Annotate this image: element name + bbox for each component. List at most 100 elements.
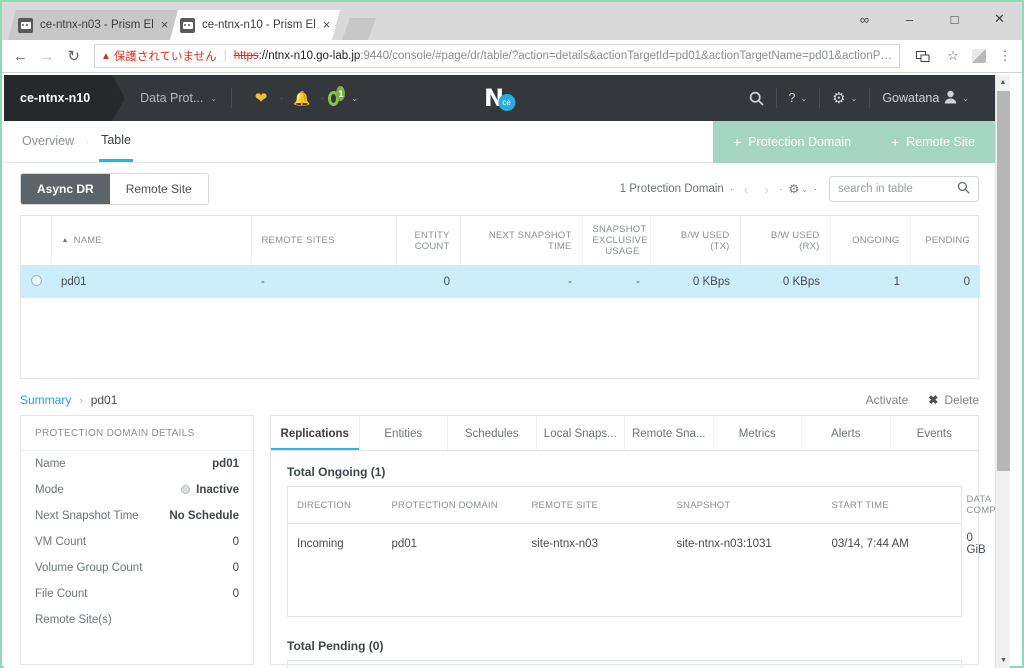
column-bw-used-tx[interactable]: B/W USED (TX) xyxy=(650,216,741,266)
prev-page-button[interactable]: ‹ xyxy=(739,182,753,197)
security-label: 保護されていません xyxy=(113,51,217,63)
page-selector-dropdown[interactable]: Data Prot... ⌄ xyxy=(140,91,217,105)
search-icon[interactable] xyxy=(737,91,776,106)
health-heart-icon[interactable]: ❤ xyxy=(246,83,276,113)
column-snapshot-exclusive-usage[interactable]: SNAPSHOT EXCLUSIVE USAGE xyxy=(582,216,651,266)
column-bw-used-rx[interactable]: B/W USED (RX) xyxy=(740,216,831,266)
detail-label: Next Snapshot Time xyxy=(35,510,139,522)
table-row[interactable]: pd01 - 0 - - 0 KBps 0 KBps 1 0 xyxy=(21,265,980,299)
cell-entity-count: 0 xyxy=(443,276,450,288)
column-select xyxy=(21,216,52,266)
not-secure-indicator[interactable]: ▲ 保護されていません xyxy=(101,48,217,64)
tab-replications[interactable]: Replications xyxy=(271,416,360,450)
table-row[interactable]: Incoming pd01 site-ntnx-n03 site-ntnx-n0… xyxy=(288,524,986,565)
detail-row-remote-sites: Remote Site(s) xyxy=(21,607,253,633)
tasks-progress-icon[interactable]: 1 ⌄ xyxy=(328,83,358,113)
tab-local-snapshots[interactable]: Local Snaps... xyxy=(537,416,625,450)
chevron-down-icon: ⌄ xyxy=(801,184,808,194)
browser-tab-1[interactable]: ce-ntnx-n03 - Prism Elem × xyxy=(8,10,178,40)
close-tab-2-icon[interactable]: × xyxy=(319,18,334,33)
close-tab-1-icon[interactable]: × xyxy=(157,18,172,33)
detail-row-name: Name pd01 xyxy=(21,451,253,477)
browser-tab-2-title: ce-ntnx-n10 - Prism Elem xyxy=(202,19,315,31)
cell-name: pd01 xyxy=(61,276,87,288)
forward-button[interactable]: → xyxy=(35,43,60,69)
delete-label: Delete xyxy=(944,393,979,407)
breadcrumb-summary-link[interactable]: Summary xyxy=(20,393,71,407)
activate-button[interactable]: Activate xyxy=(866,393,909,407)
tab-entities[interactable]: Entities xyxy=(360,416,448,450)
table-settings-button[interactable]: ⚙ ⌄ xyxy=(789,182,808,196)
chevron-down-icon: ⌄ xyxy=(850,93,858,103)
column-remote-sites[interactable]: REMOTE SITES xyxy=(251,216,397,266)
scroll-down-arrow-icon[interactable]: ▼ xyxy=(996,653,1010,668)
detail-label: Name xyxy=(35,458,66,470)
cell-direction: Incoming xyxy=(297,538,344,550)
page-scrollbar[interactable]: ▲ ▼ xyxy=(995,75,1010,668)
window-controls: ∞ – □ ✕ xyxy=(842,2,1022,36)
tab-alerts[interactable]: Alerts xyxy=(802,416,891,450)
subnav-item-table[interactable]: Table xyxy=(99,122,133,162)
search-icon[interactable] xyxy=(957,181,970,197)
column-entity-count[interactable]: ENTITY COUNT xyxy=(396,216,461,266)
segment-async-dr[interactable]: Async DR xyxy=(21,174,110,204)
row-select-radio[interactable] xyxy=(21,266,51,299)
gear-icon: ⚙ xyxy=(788,182,800,196)
prism-favicon-icon xyxy=(180,18,195,33)
browser-window: ce-ntnx-n03 - Prism Elem × ce-ntnx-n10 -… xyxy=(0,0,1024,668)
column-pending[interactable]: PENDING xyxy=(910,216,980,266)
bell-icon[interactable]: 🔔 xyxy=(287,83,317,113)
new-tab-button[interactable] xyxy=(342,18,376,40)
help-icon: ? xyxy=(788,91,796,105)
next-page-button[interactable]: › xyxy=(759,182,773,197)
extension-puzzle-icon[interactable] xyxy=(971,49,986,63)
bookmark-star-icon[interactable]: ☆ xyxy=(942,45,964,67)
cast-icon[interactable] xyxy=(912,45,934,67)
scroll-up-arrow-icon[interactable]: ▲ xyxy=(996,75,1010,90)
maximize-button[interactable]: □ xyxy=(932,2,977,36)
column-create-time: CREATE TIME xyxy=(807,660,962,668)
delete-button[interactable]: ✖ Delete xyxy=(928,393,979,407)
column-next-snapshot-time[interactable]: NEXT SNAPSHOT TIME xyxy=(460,216,583,266)
nutanix-logo: N ce xyxy=(484,86,516,111)
settings-menu[interactable]: ⚙ ⌄ xyxy=(820,89,869,107)
topbar-divider xyxy=(231,88,233,108)
status-dot-icon xyxy=(181,485,191,494)
column-name[interactable]: ▲ NAME xyxy=(51,216,252,266)
warning-triangle-icon: ▲ xyxy=(100,50,111,62)
close-window-button[interactable]: ✕ xyxy=(977,2,1022,36)
subnav-item-overview[interactable]: Overview xyxy=(20,123,76,160)
column-ongoing[interactable]: ONGOING xyxy=(830,216,911,266)
search-input[interactable]: search in table xyxy=(829,176,979,202)
topbar-status-icons: ❤ · 🔔 · 1 ⌄ xyxy=(246,83,358,113)
reload-button[interactable]: ↻ xyxy=(61,43,86,69)
browser-tab-2[interactable]: ce-ntnx-n10 - Prism Elem × xyxy=(170,10,340,40)
add-protection-domain-label: Protection Domain xyxy=(748,134,852,149)
add-protection-domain-button[interactable]: + Protection Domain xyxy=(713,134,871,150)
browser-menu-icon[interactable]: ⋮ xyxy=(994,45,1016,67)
subnav-tabs: Overview · Table xyxy=(4,122,133,162)
plus-icon: + xyxy=(733,133,742,150)
extension-icon[interactable]: ∞ xyxy=(842,2,887,36)
back-button[interactable]: ← xyxy=(8,43,33,69)
add-remote-site-button[interactable]: + Remote Site xyxy=(871,134,995,150)
help-menu[interactable]: ? ⌄ xyxy=(777,91,820,105)
column-data-completed: DATA COMPLETED xyxy=(957,486,1010,524)
tab-schedules[interactable]: Schedules xyxy=(448,416,537,450)
dot-separator: · xyxy=(779,184,783,194)
scrollbar-thumb[interactable] xyxy=(997,91,1010,471)
tab-metrics[interactable]: Metrics xyxy=(714,416,802,450)
detail-row-vm-count: VM Count 0 xyxy=(21,529,253,555)
detail-panes: PROTECTION DOMAIN DETAILS Name pd01 Mode… xyxy=(4,415,1010,668)
user-menu[interactable]: Gowatana ⌄ xyxy=(870,90,981,107)
segment-remote-site[interactable]: Remote Site xyxy=(109,174,208,204)
cluster-name[interactable]: ce-ntnx-n10 xyxy=(4,75,126,121)
address-bar[interactable]: ▲ 保護されていません | https ://ntnx-n10.go-lab.j… xyxy=(93,44,900,68)
url-scheme: https xyxy=(233,50,259,62)
detail-value: 0 xyxy=(232,588,239,600)
tab-remote-snapshots[interactable]: Remote Sna... xyxy=(625,416,714,450)
column-protection-domain: PROTECTION DOMAIN xyxy=(382,486,523,524)
minimize-button[interactable]: – xyxy=(887,2,932,36)
tab-events[interactable]: Events xyxy=(891,416,979,450)
gear-icon: ⚙ xyxy=(832,90,846,107)
